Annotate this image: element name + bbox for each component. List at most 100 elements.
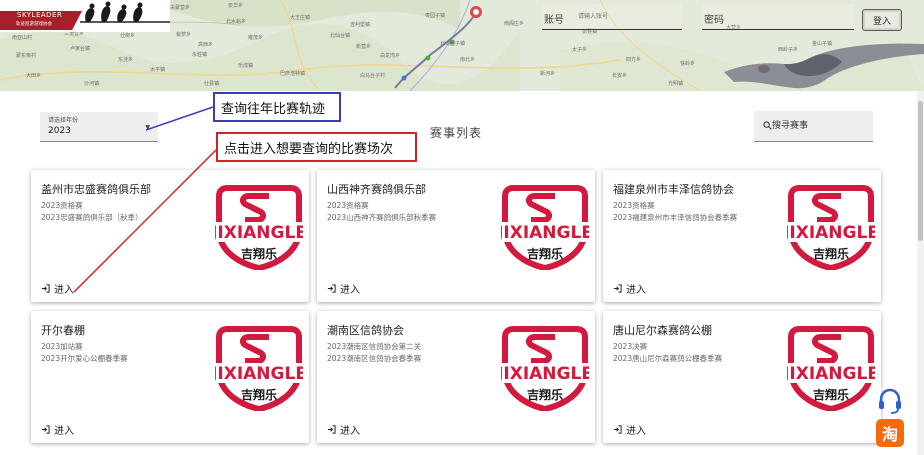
event-card[interactable]: 盖州市忠盛赛鸽俱乐部 2023资格赛 2023忠盛赛鸽俱乐部（秋季） JIXIA… bbox=[31, 170, 309, 302]
svg-text:JIXIANGLE: JIXIANGLE bbox=[215, 364, 303, 384]
map-label: 东洼乡 bbox=[118, 57, 134, 63]
map-label: 大田乡 bbox=[26, 73, 42, 79]
map-label: 南北乡 bbox=[460, 57, 476, 63]
enter-button[interactable]: 进入 bbox=[41, 422, 74, 437]
event-card-stage: 2023资格赛 bbox=[41, 201, 83, 210]
event-card-title: 山西神齐赛鸽俱乐部 bbox=[327, 183, 426, 196]
map-label: 蒙东柴村 bbox=[16, 53, 37, 59]
logo-subtitle: 轨迹巡游游戏协会 bbox=[16, 22, 52, 27]
login-arrow-icon bbox=[41, 425, 50, 434]
map-label: 仕柳乡 bbox=[120, 33, 136, 39]
map-label: 光明镇 bbox=[668, 81, 684, 87]
svg-text:吉翔乐: 吉翔乐 bbox=[527, 387, 563, 402]
enter-button-label: 进入 bbox=[626, 285, 646, 296]
enter-button[interactable]: 进入 bbox=[327, 281, 360, 296]
search-box[interactable] bbox=[754, 111, 873, 142]
map-label: 北水峪乡 bbox=[226, 19, 247, 25]
map-label: 白马台子村 bbox=[360, 73, 386, 79]
login-arrow-icon bbox=[613, 425, 622, 434]
event-card-season: 2023潮南区信鸽协会春季赛 bbox=[327, 354, 422, 363]
login-arrow-icon bbox=[41, 284, 50, 293]
map-label: 枣园子镇 bbox=[425, 13, 446, 19]
search-icon bbox=[763, 121, 772, 130]
enter-button[interactable]: 进入 bbox=[613, 422, 646, 437]
event-card[interactable]: 唐山尼尔森赛鸽公棚 2023决赛 2023唐山尼尔森赛鸽公棚春季赛 JIXIAN… bbox=[603, 311, 881, 443]
event-card-stage: 2023潮南区信鸽协会第二关 bbox=[327, 342, 422, 351]
event-card-title: 盖州市忠盛赛鸽俱乐部 bbox=[41, 183, 151, 196]
map-label: 长安乡 bbox=[612, 73, 628, 79]
svg-text:吉翔乐: 吉翔乐 bbox=[813, 246, 849, 261]
event-card-title: 唐山尼尔森赛鸽公棚 bbox=[613, 324, 712, 337]
page-scrollbar[interactable] bbox=[917, 91, 924, 455]
year-select-value: 2023 bbox=[48, 126, 71, 136]
scrollbar-thumb[interactable] bbox=[918, 101, 923, 241]
enter-button[interactable]: 进入 bbox=[613, 281, 646, 296]
event-card[interactable]: 开尔春棚 2023加站赛 2023开尔爱心公棚春季赛 JIXIANGLE 吉翔乐… bbox=[31, 311, 309, 443]
enter-button[interactable]: 进入 bbox=[41, 281, 74, 296]
enter-button-label: 进入 bbox=[54, 285, 74, 296]
map-label: 吉利堡镇 bbox=[350, 22, 371, 28]
map-label: 紫萝乡 bbox=[176, 32, 192, 38]
map-label: 南亚山村 bbox=[12, 35, 33, 41]
event-card-stage: 2023资格赛 bbox=[327, 201, 369, 210]
taobao-icon[interactable]: 淘 bbox=[876, 419, 904, 447]
map-label: 新河乡 bbox=[540, 71, 556, 77]
jixiangle-logo-icon: JIXIANGLE 吉翔乐 bbox=[501, 326, 589, 411]
map-label: 泉华乡 bbox=[228, 3, 244, 9]
svg-text:JIXIANGLE: JIXIANGLE bbox=[215, 223, 303, 243]
map-label: 四方乡 bbox=[626, 57, 642, 63]
map-label: 乐成镇 bbox=[238, 63, 254, 69]
svg-text:JIXIANGLE: JIXIANGLE bbox=[501, 364, 589, 384]
map-label: 铁岭乡 bbox=[680, 61, 696, 67]
login-button[interactable]: 登入 bbox=[862, 9, 902, 31]
event-card[interactable]: 福建泉州市丰泽信鸽协会 2023资格赛 2023福建泉州市丰泽信鸽协会春季赛 J… bbox=[603, 170, 881, 302]
svg-text:吉翔乐: 吉翔乐 bbox=[241, 246, 277, 261]
jixiangle-logo-icon: JIXIANGLE 吉翔乐 bbox=[501, 185, 589, 270]
map-label: 巴彦浩特镇 bbox=[280, 71, 306, 77]
jixiangle-logo-icon: JIXIANGLE 吉翔乐 bbox=[787, 326, 875, 411]
event-card-season: 2023开尔爱心公棚春季赛 bbox=[41, 354, 128, 363]
enter-button-label: 进入 bbox=[54, 426, 74, 437]
caret-down-icon: ▼ bbox=[145, 124, 150, 131]
map-label: 仕县镇 bbox=[204, 81, 220, 87]
svg-text:JIXIANGLE: JIXIANGLE bbox=[501, 223, 589, 243]
jixiangle-logo-icon: JIXIANGLE 吉翔乐 bbox=[215, 185, 303, 270]
headset-support-icon[interactable] bbox=[876, 387, 904, 415]
event-card-title: 开尔春棚 bbox=[41, 324, 85, 337]
login-arrow-icon bbox=[327, 284, 336, 293]
event-card-season: 2023唐山尼尔森赛鸽公棚春季赛 bbox=[613, 354, 723, 363]
map-label: 白龙湾乡 bbox=[380, 53, 401, 59]
event-card-season: 2023福建泉州市丰泽信鸽协会春季赛 bbox=[613, 213, 738, 222]
svg-text:吉翔乐: 吉翔乐 bbox=[813, 387, 849, 402]
enter-button[interactable]: 进入 bbox=[327, 422, 360, 437]
map-label: 卢家台镇 bbox=[70, 46, 91, 52]
svg-text:JIXIANGLE: JIXIANGLE bbox=[787, 364, 875, 384]
enter-button-label: 进入 bbox=[626, 426, 646, 437]
map-header: 夫蒙营乡 泉华乡 大王庄镇 北水峪乡 吉利堡镇 枣园子镇 南亚山村 三道营乡 仕… bbox=[0, 0, 924, 91]
year-select-caption: 请选择年份 bbox=[48, 117, 79, 124]
account-input[interactable] bbox=[542, 4, 682, 30]
jixiangle-logo-icon: JIXIANGLE 吉翔乐 bbox=[787, 185, 875, 270]
search-input[interactable] bbox=[772, 118, 867, 134]
event-card-stage: 2023加站赛 bbox=[41, 342, 83, 351]
map-label: 太子乡 bbox=[572, 47, 588, 53]
event-card-title: 潮南区信鸽协会 bbox=[327, 324, 404, 337]
jixiangle-logo-icon: JIXIANGLE 吉翔乐 bbox=[215, 326, 303, 411]
login-arrow-icon bbox=[327, 425, 336, 434]
event-card[interactable]: 山西神齐赛鸽俱乐部 2023资格赛 2023山西神齐赛鸽俱乐部秋季赛 JIXIA… bbox=[317, 170, 595, 302]
svg-text:吉翔乐: 吉翔乐 bbox=[527, 246, 563, 261]
event-card[interactable]: 潮南区信鸽协会 2023潮南区信鸽协会第二关 2023潮南区信鸽协会春季赛 JI… bbox=[317, 311, 595, 443]
enter-button-label: 进入 bbox=[340, 426, 360, 437]
page-title: 赛事列表 bbox=[430, 126, 483, 140]
event-card-season: 2023山西神齐赛鸽俱乐部秋季赛 bbox=[327, 213, 437, 222]
event-card-title: 福建泉州市丰泽信鸽协会 bbox=[613, 183, 734, 196]
map-label: 北仙台镇 bbox=[330, 33, 351, 39]
enter-button-label: 进入 bbox=[340, 285, 360, 296]
svg-text:JIXIANGLE: JIXIANGLE bbox=[787, 223, 875, 243]
map-label: 大王庄镇 bbox=[290, 15, 311, 21]
year-select[interactable]: 请选择年份 2023 ▼ bbox=[40, 112, 158, 142]
map-label: 新营乡 bbox=[356, 44, 372, 50]
password-input[interactable] bbox=[702, 4, 854, 30]
site-logo[interactable]: SKYLEADER 轨迹巡游游戏协会 bbox=[0, 0, 170, 32]
event-card-stage: 2023决赛 bbox=[613, 342, 648, 351]
